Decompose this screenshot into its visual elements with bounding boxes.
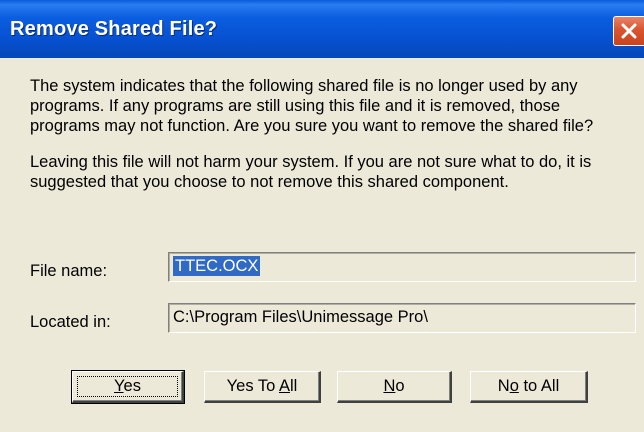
yes-button[interactable]: Yes bbox=[71, 370, 185, 404]
warning-message: The system indicates that the following … bbox=[30, 77, 594, 135]
yes-to-all-label-pre: Yes To bbox=[226, 377, 279, 395]
located-in-label: Located in: bbox=[30, 313, 111, 331]
close-icon bbox=[621, 23, 637, 39]
file-name-field[interactable]: TTEC.OCX bbox=[168, 252, 636, 282]
no-to-all-label-pre: N bbox=[497, 377, 510, 395]
no-accelerator: N bbox=[383, 377, 396, 395]
file-name-label: File name: bbox=[30, 262, 108, 280]
located-in-value: C:\Program Files\Unimessage Pro\ bbox=[173, 308, 428, 326]
no-to-all-accelerator: o bbox=[509, 377, 519, 395]
title-bar[interactable]: Remove Shared File? bbox=[0, 0, 644, 58]
advice-message: Leaving this file will not harm your sys… bbox=[30, 153, 592, 191]
window-title: Remove Shared File? bbox=[10, 18, 218, 40]
no-to-all-label-post: to All bbox=[518, 377, 560, 395]
yes-label-post: es bbox=[123, 377, 141, 395]
close-button[interactable] bbox=[613, 16, 644, 46]
yes-to-all-button[interactable]: Yes To All bbox=[204, 371, 321, 403]
yes-accelerator: Y bbox=[114, 377, 124, 395]
no-button[interactable]: No bbox=[337, 371, 452, 403]
file-name-value: TTEC.OCX bbox=[173, 256, 261, 276]
no-label-post: o bbox=[395, 377, 405, 395]
yes-to-all-accelerator: A bbox=[278, 377, 290, 395]
yes-to-all-label-post: ll bbox=[289, 377, 298, 395]
no-to-all-button[interactable]: No to All bbox=[470, 371, 588, 403]
located-in-field[interactable]: C:\Program Files\Unimessage Pro\ bbox=[168, 303, 636, 333]
